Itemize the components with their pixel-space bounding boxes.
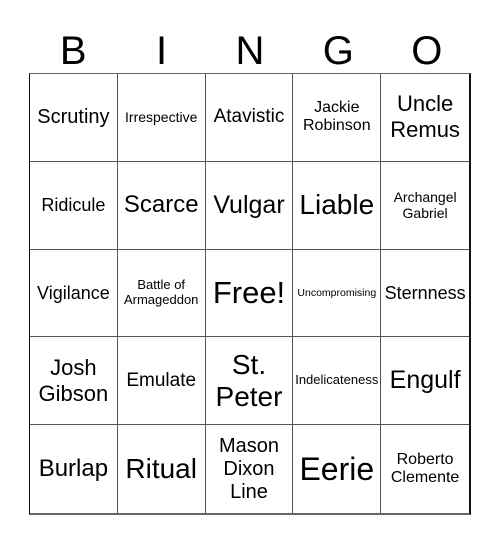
bingo-cell[interactable]: St. Peter — [205, 337, 294, 426]
bingo-cell[interactable]: Mason Dixon Line — [206, 425, 294, 513]
bingo-cell[interactable]: Liable — [293, 161, 382, 250]
bingo-cell[interactable]: Archangel Gabriel — [381, 162, 469, 250]
bingo-cell[interactable]: Ritual — [118, 425, 206, 513]
bingo-cell[interactable]: Atavistic — [205, 74, 294, 162]
bingo-header: B I N G O — [29, 28, 471, 74]
header-letter-o: O — [411, 29, 443, 73]
bingo-cell[interactable]: Engulf — [381, 337, 469, 426]
bingo-cell[interactable]: Battle of Armageddon — [117, 249, 206, 338]
bingo-cell[interactable]: Emulate — [117, 337, 206, 426]
bingo-cell[interactable]: Sternness — [381, 250, 469, 338]
bingo-cell[interactable]: Eerie — [293, 425, 382, 513]
bingo-cell[interactable]: Uncompromising — [293, 249, 382, 338]
bingo-cell[interactable]: Ridicule — [30, 161, 118, 250]
header-letter-n: N — [235, 29, 265, 73]
bingo-cell[interactable]: Josh Gibson — [30, 337, 118, 426]
bingo-cell[interactable]: Vigilance — [30, 249, 118, 338]
bingo-grid: Scrutiny Irrespective Atavistic Jackie R… — [29, 73, 471, 515]
bingo-cell[interactable]: Irrespective — [117, 74, 206, 162]
header-letter-b: B — [59, 29, 87, 73]
header-letter-g: G — [322, 29, 354, 73]
bingo-cell[interactable]: Vulgar — [205, 161, 294, 250]
bingo-cell[interactable]: Roberto Clemente — [381, 425, 469, 513]
bingo-cell[interactable]: Indelicateness — [293, 337, 382, 426]
header-letter-i: I — [156, 29, 168, 73]
bingo-cell[interactable]: Scarce — [117, 161, 206, 250]
bingo-cell[interactable]: Burlap — [30, 425, 118, 513]
bingo-cell[interactable]: Jackie Robinson — [293, 74, 382, 162]
bingo-cell[interactable]: Scrutiny — [30, 74, 118, 162]
bingo-cell[interactable]: Uncle Remus — [381, 74, 469, 162]
free-space-cell[interactable]: Free! — [205, 249, 294, 338]
